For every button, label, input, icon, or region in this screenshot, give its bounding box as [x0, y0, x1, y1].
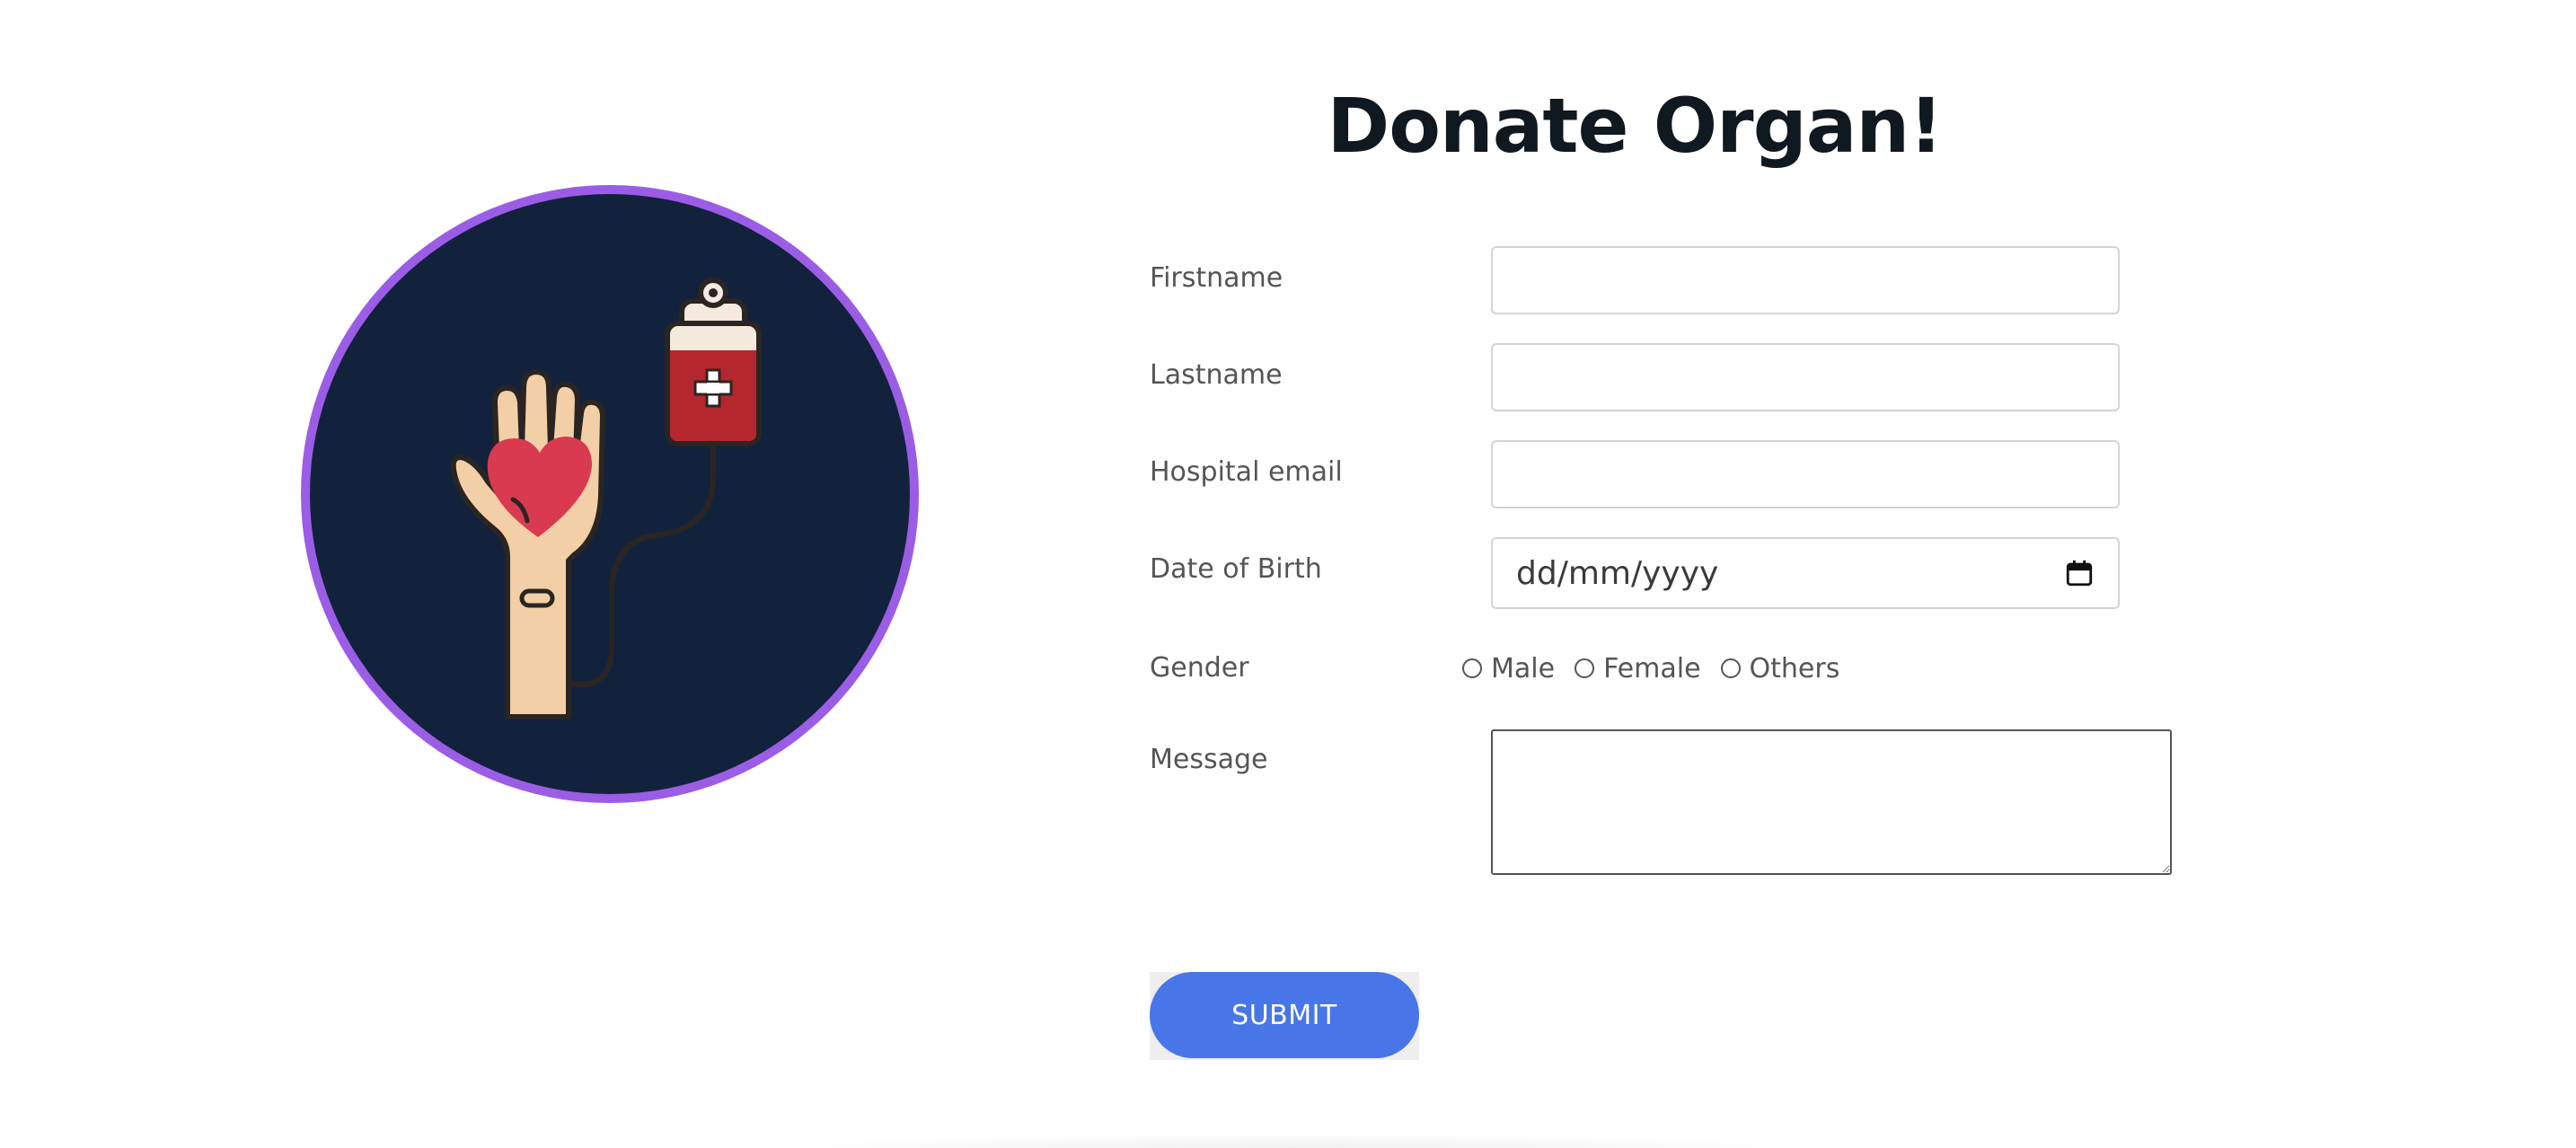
lastname-input[interactable]	[1491, 343, 2120, 411]
hospital-email-label: Hospital email	[1150, 456, 1343, 488]
hand-heart-blood-bag-icon	[301, 185, 919, 803]
gender-option-others[interactable]: Others	[1720, 652, 1840, 684]
gender-option-male[interactable]: Male	[1462, 653, 1555, 684]
message-label: Message	[1150, 744, 1268, 775]
submit-button[interactable]: SUBMIT	[1150, 972, 1419, 1058]
organ-donation-illustration	[296, 180, 924, 808]
blood-bag-icon	[665, 278, 762, 446]
message-textarea[interactable]	[1491, 729, 2172, 875]
calendar-icon[interactable]	[2064, 558, 2095, 588]
gender-option-label: Male	[1491, 652, 1556, 684]
gender-option-label: Others	[1749, 652, 1840, 684]
date-of-birth-input[interactable]: dd/mm/yyyy	[1491, 537, 2120, 609]
firstname-input[interactable]	[1491, 246, 2120, 314]
submit-button-container: SUBMIT	[1150, 972, 1419, 1060]
gender-option-female[interactable]: Female	[1575, 652, 1701, 684]
date-placeholder: dd/mm/yyyy	[1516, 554, 1719, 592]
radio-button[interactable]	[1575, 658, 1595, 678]
page-title: Donate Organ!	[1327, 82, 1943, 170]
date-of-birth-label: Date of Birth	[1150, 553, 1322, 585]
gender-label: Gender	[1150, 652, 1249, 684]
footer-shadow	[772, 1134, 1814, 1148]
donate-organ-page: Donate Organ! Firstname Lastname Hospita…	[0, 0, 2576, 1148]
gender-option-label: Female	[1603, 652, 1701, 684]
radio-button[interactable]	[1720, 658, 1741, 678]
lastname-label: Lastname	[1150, 359, 1283, 391]
radio-button[interactable]	[1462, 658, 1482, 678]
hospital-email-input[interactable]	[1491, 440, 2120, 508]
firstname-label: Firstname	[1150, 262, 1284, 294]
gender-radio-group: Male Female Others	[1462, 650, 1859, 686]
